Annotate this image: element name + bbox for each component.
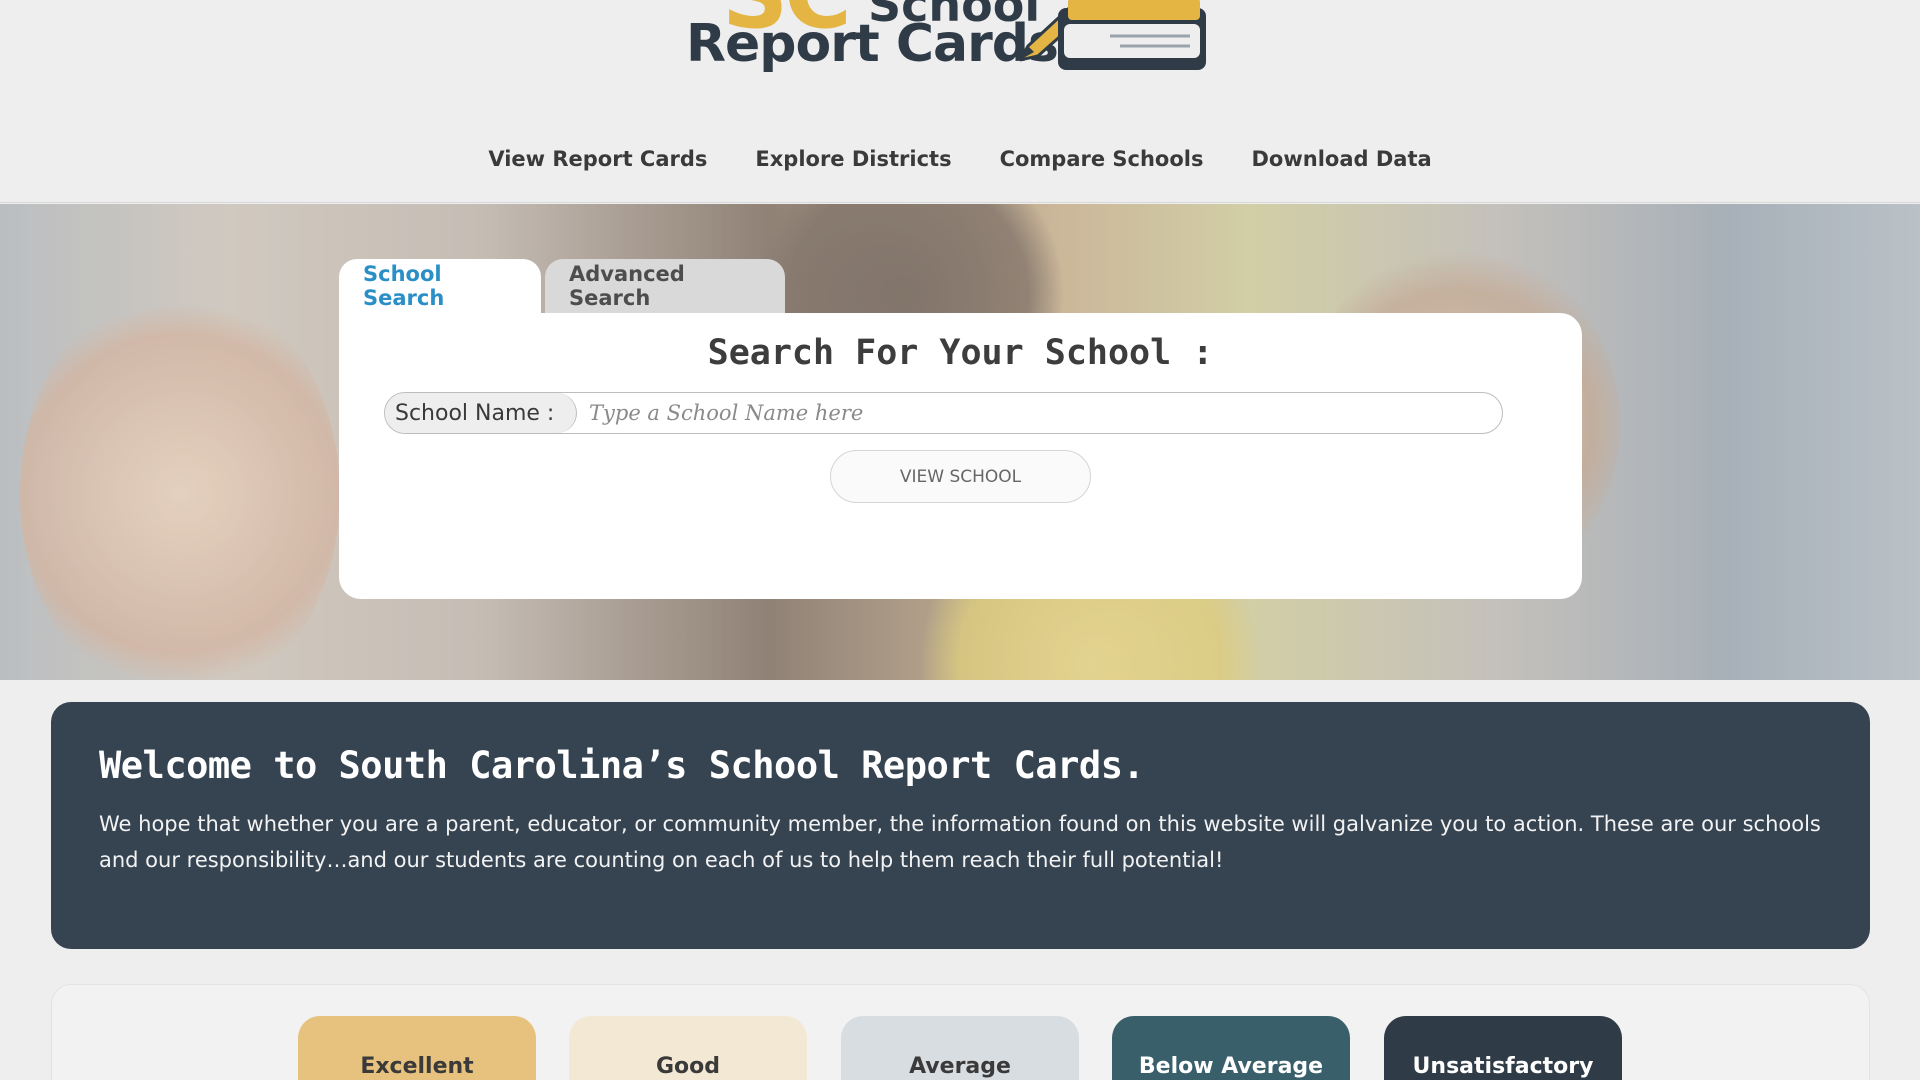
nav-explore-districts[interactable]: Explore Districts <box>755 147 951 171</box>
rating-unsatisfactory[interactable]: Unsatisfactory <box>1384 1016 1622 1080</box>
welcome-body: We hope that whether you are a parent, e… <box>99 812 1821 872</box>
rating-good[interactable]: Good <box>569 1016 807 1080</box>
welcome-heading: Welcome to South Carolina’s School Repor… <box>99 744 1145 787</box>
pencil-book-icon <box>1020 0 1206 70</box>
site-header: SC School Report Cards View Report Cards… <box>0 0 1920 203</box>
school-name-input[interactable] <box>577 393 1502 433</box>
nav-compare-schools[interactable]: Compare Schools <box>1000 147 1204 171</box>
main-nav: View Report Cards Explore Districts Comp… <box>0 147 1920 171</box>
rating-excellent[interactable]: Excellent <box>298 1016 536 1080</box>
rating-below-average[interactable]: Below Average <box>1112 1016 1350 1080</box>
nav-download-data[interactable]: Download Data <box>1252 147 1432 171</box>
view-school-button[interactable]: VIEW SCHOOL <box>830 450 1091 503</box>
search-panel: Search For Your School : School Name : V… <box>339 313 1582 599</box>
tab-school-search[interactable]: School Search <box>339 259 541 313</box>
tab-advanced-search[interactable]: Advanced Search <box>545 259 785 313</box>
rating-average[interactable]: Average <box>841 1016 1079 1080</box>
search-panel-title: Search For Your School : <box>707 333 1214 373</box>
school-name-label: School Name : <box>385 393 577 433</box>
nav-view-report-cards[interactable]: View Report Cards <box>488 147 707 171</box>
welcome-banner: Welcome to South Carolina’s School Repor… <box>51 702 1870 949</box>
site-logo[interactable]: SC School Report Cards <box>680 0 1230 92</box>
logo-report-cards-text: Report Cards <box>686 14 1059 74</box>
search-tabs: School Search Advanced Search <box>339 259 785 313</box>
school-name-search-group: School Name : <box>384 392 1503 434</box>
